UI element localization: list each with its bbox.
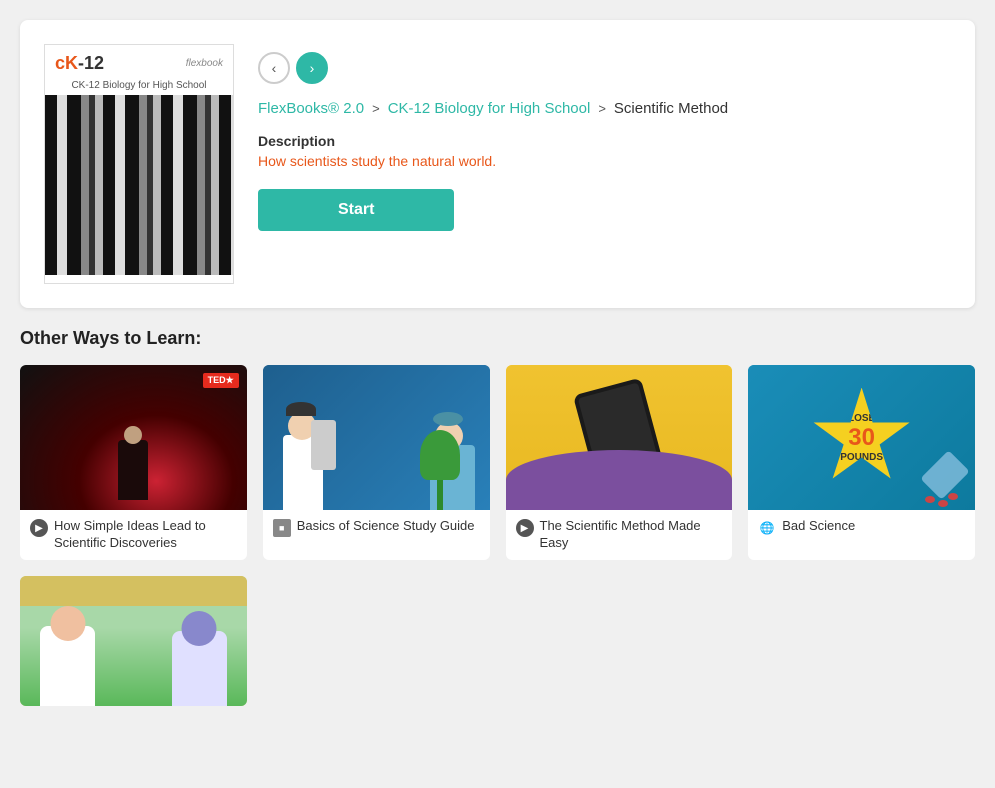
resource-card-2[interactable]: ■ Basics of Science Study Guide: [263, 365, 490, 560]
cartoon-scene: [20, 576, 247, 706]
resource-info-4: 🌐 Bad Science: [748, 510, 975, 545]
start-button[interactable]: Start: [258, 189, 454, 231]
breadcrumb-current: Scientific Method: [614, 100, 728, 117]
starburst: LOSE 30 POUNDS: [812, 388, 912, 488]
nav-arrows: ‹ ›: [258, 52, 951, 84]
main-content-card: cK-12 flexbook CK-12 Biology for High Sc…: [20, 20, 975, 308]
resource-card-3[interactable]: ▶ The Scientific Method Made Easy: [506, 365, 733, 560]
book-cover-image: [45, 95, 233, 275]
resource-card-4[interactable]: LOSE 30 POUNDS: [748, 365, 975, 560]
character-1: [40, 626, 95, 706]
bottom-cards-grid: [20, 576, 975, 706]
book-info: ‹ › FlexBooks® 2.0 > CK-12 Biology for H…: [258, 44, 951, 231]
book-subtitle: CK-12 Biology for High School: [45, 78, 233, 95]
yellow-wall: [20, 576, 247, 606]
resource-thumb-2: [263, 365, 490, 510]
resource-card-1[interactable]: TED★ ▶ How Simple Ideas Lead to Scientif…: [20, 365, 247, 560]
scientist-body: [273, 390, 338, 510]
breadcrumb-sep-2: >: [598, 101, 606, 116]
scientist-figure: [263, 365, 490, 510]
thirty-text: 30: [840, 424, 883, 452]
other-ways-section: Other Ways to Learn: TED★ ▶ How Simple I…: [0, 328, 995, 726]
resource-info-3: ▶ The Scientific Method Made Easy: [506, 510, 733, 560]
resource-title-1: How Simple Ideas Lead to Scientific Disc…: [54, 518, 237, 552]
pounds-text: POUNDS: [840, 452, 883, 463]
ck12-logo: cK-12: [55, 53, 104, 74]
breadcrumb-link-2[interactable]: CK-12 Biology for High School: [388, 100, 591, 117]
breadcrumb: FlexBooks® 2.0 > CK-12 Biology for High …: [258, 100, 951, 117]
other-ways-title: Other Ways to Learn:: [20, 328, 975, 349]
prev-button[interactable]: ‹: [258, 52, 290, 84]
breadcrumb-link-1[interactable]: FlexBooks® 2.0: [258, 100, 364, 117]
resource-title-2: Basics of Science Study Guide: [297, 518, 475, 535]
plant: [410, 420, 470, 510]
video-icon-1: ▶: [30, 519, 48, 537]
ted-badge: TED★: [203, 373, 239, 388]
description-text: How scientists study the natural world.: [258, 153, 951, 169]
bad-science-scene: LOSE 30 POUNDS: [748, 365, 975, 510]
resource-card-5[interactable]: [20, 576, 247, 706]
resource-thumb-5: [20, 576, 247, 706]
purple-blob: [506, 450, 733, 510]
globe-icon-4: 🌐: [758, 519, 776, 537]
resource-thumb-1: TED★: [20, 365, 247, 510]
flexbook-logo: flexbook: [186, 58, 223, 69]
resource-info-2: ■ Basics of Science Study Guide: [263, 510, 490, 545]
guide-icon-2: ■: [273, 519, 291, 537]
breadcrumb-sep-1: >: [372, 101, 380, 116]
starburst-container: LOSE 30 POUNDS: [812, 388, 912, 488]
next-button[interactable]: ›: [296, 52, 328, 84]
resource-title-4: Bad Science: [782, 518, 855, 535]
pill-bottle: [930, 455, 960, 495]
description-label: Description: [258, 133, 951, 149]
resource-title-3: The Scientific Method Made Easy: [540, 518, 723, 552]
resource-thumb-4: LOSE 30 POUNDS: [748, 365, 975, 510]
book-cover-header: cK-12 flexbook: [45, 45, 233, 78]
character-2: [172, 631, 227, 706]
video-icon-3: ▶: [516, 519, 534, 537]
resource-info-1: ▶ How Simple Ideas Lead to Scientific Di…: [20, 510, 247, 560]
zebra-image: [45, 95, 233, 275]
book-cover: cK-12 flexbook CK-12 Biology for High Sc…: [44, 44, 234, 284]
starburst-text: LOSE 30 POUNDS: [840, 413, 883, 463]
person-silhouette: [108, 420, 158, 500]
lose-text: LOSE: [840, 413, 883, 424]
tablet-scene: [506, 365, 733, 510]
resources-grid: TED★ ▶ How Simple Ideas Lead to Scientif…: [20, 365, 975, 560]
resource-thumb-3: [506, 365, 733, 510]
